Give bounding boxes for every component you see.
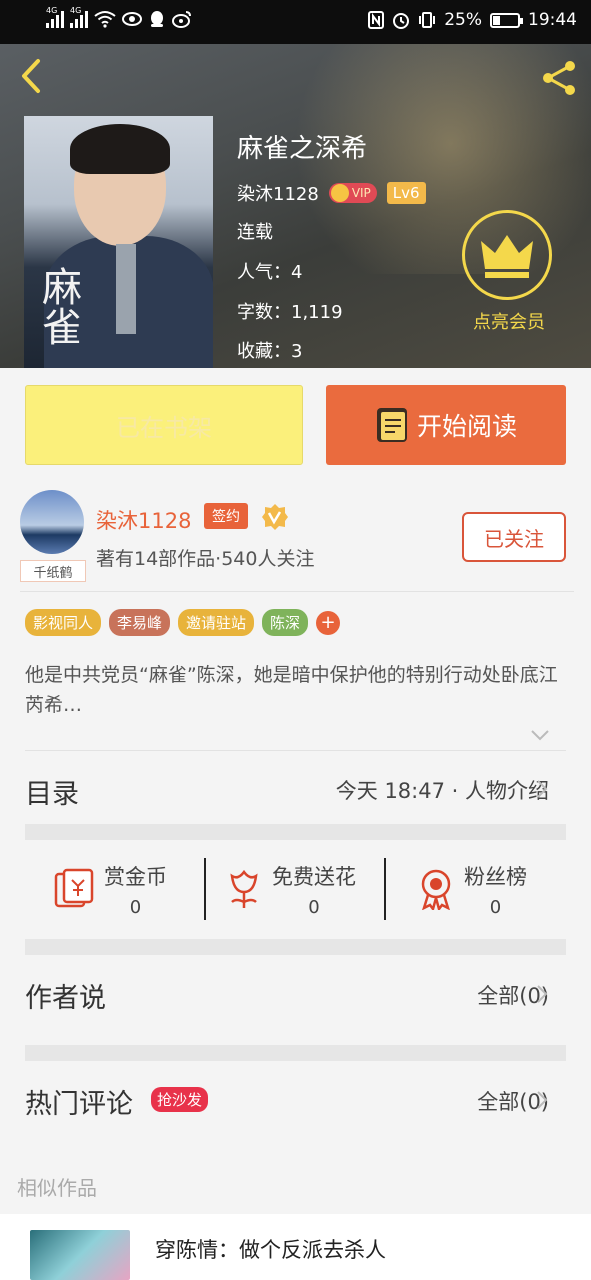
catalog-latest-text: 今天 18:47 · 人物介绍 (335, 779, 549, 803)
book-cover: 麻雀 (24, 116, 213, 368)
reward-coin[interactable]: 赏金币 0 (52, 858, 167, 920)
reward-value: 0 (129, 896, 142, 918)
similar-work-thumbnail[interactable] (30, 1230, 130, 1280)
reward-label: 免费送花 (272, 864, 356, 889)
reward-value: 0 (308, 896, 320, 918)
book-title: 麻雀之深希 (237, 134, 368, 164)
book-author-name[interactable]: 染沐1128 (237, 180, 319, 206)
battery-percent: 25% (444, 10, 482, 30)
crown-icon (481, 235, 533, 278)
catalog-title[interactable]: 目录 (25, 772, 79, 811)
divider (204, 858, 206, 920)
start-reading-label: 开始阅读 (416, 412, 517, 441)
chevron-right-icon (537, 780, 548, 798)
author-name[interactable]: 染沐1128 (96, 505, 191, 535)
qq-icon (151, 11, 163, 27)
signal-icon-2: 4G (70, 6, 88, 28)
book-word-count: 字数：1,119 (237, 302, 343, 323)
clock-time: 19:44 (528, 10, 577, 30)
book-icon (376, 408, 407, 442)
divider (384, 858, 386, 920)
battery-icon (490, 12, 523, 28)
avatar-tag: 千纸鹤 (20, 560, 86, 582)
level-badge: Lv6 (386, 182, 426, 204)
signal-icon: 4G (46, 6, 64, 28)
tag-list: 影视同人 李易峰 邀请驻站 陈深 + (25, 609, 341, 636)
similar-works-label: 相似作品 (17, 1176, 97, 1200)
back-arrow-icon[interactable] (16, 58, 46, 94)
author-stats: 著有14部作品·540人关注 (96, 548, 315, 570)
medal-icon (421, 869, 451, 910)
member-label[interactable]: 点亮会员 (462, 308, 556, 334)
author-avatar[interactable] (20, 490, 84, 554)
follow-button[interactable]: 已关注 (462, 512, 566, 562)
reward-label: 粉丝榜 (464, 864, 527, 889)
red-envelope-icon (54, 868, 94, 908)
eye-icon (122, 12, 142, 26)
chevron-right-icon (537, 985, 548, 1003)
reward-fans-rank[interactable]: 粉丝榜 0 (418, 858, 527, 920)
book-status: 连载 (237, 222, 273, 243)
divider (25, 750, 566, 751)
chevron-right-icon (537, 1091, 548, 1109)
book-author-row: 染沐1128 VIP Lv6 (237, 180, 426, 206)
verified-v-icon (262, 504, 288, 530)
sofa-badge: 抢沙发 (151, 1087, 209, 1112)
hot-comments-title[interactable]: 热门评论 (25, 1082, 133, 1121)
alarm-icon (393, 13, 410, 29)
tag-item[interactable]: 陈深 (262, 609, 309, 636)
author-says-title[interactable]: 作者说 (25, 976, 106, 1015)
tag-item[interactable]: 影视同人 (25, 609, 102, 636)
share-icon[interactable] (539, 58, 579, 98)
start-reading-button[interactable]: 开始阅读 (326, 385, 566, 465)
reward-label: 赏金币 (104, 864, 167, 889)
weibo-icon (172, 11, 191, 28)
crown-icon (330, 184, 349, 202)
vibrate-icon (419, 12, 436, 28)
book-favorites: 收藏：3 (237, 341, 303, 362)
cover-title-art: 麻雀 (35, 266, 81, 346)
flower-icon (230, 869, 258, 908)
nfc-icon (368, 11, 385, 29)
wifi-icon (94, 11, 116, 28)
section-separator (25, 1045, 566, 1061)
chevron-down-icon[interactable] (530, 728, 550, 742)
similar-work-title[interactable]: 穿陈情：做个反派去杀人 (155, 1234, 386, 1264)
vip-badge: VIP (328, 183, 377, 203)
signed-badge: 签约 (204, 503, 248, 529)
member-button[interactable] (462, 210, 552, 300)
status-bar: 4G 4G 25% 19:44 (0, 0, 591, 44)
tag-item[interactable]: 邀请驻站 (178, 609, 255, 636)
reward-flower[interactable]: 免费送花 0 (226, 858, 356, 920)
add-tag-button[interactable]: + (316, 610, 341, 635)
book-synopsis: 他是中共党员“麻雀”陈深，她是暗中保护他的特别行动处卧底江芮希… (25, 664, 558, 716)
divider (20, 591, 574, 592)
in-shelf-button[interactable]: 已在书架 (25, 385, 303, 465)
catalog-latest[interactable]: 今天 18:47 · 人物介绍 (336, 775, 549, 805)
book-header: 麻雀 麻雀之深希 染沐1128 VIP Lv6 连载 人气：4 字数：1,119… (0, 44, 591, 368)
section-separator (25, 939, 566, 955)
book-popularity: 人气：4 (237, 262, 303, 283)
reward-value: 0 (489, 896, 502, 918)
section-separator (25, 824, 566, 840)
tag-item[interactable]: 李易峰 (109, 609, 171, 636)
